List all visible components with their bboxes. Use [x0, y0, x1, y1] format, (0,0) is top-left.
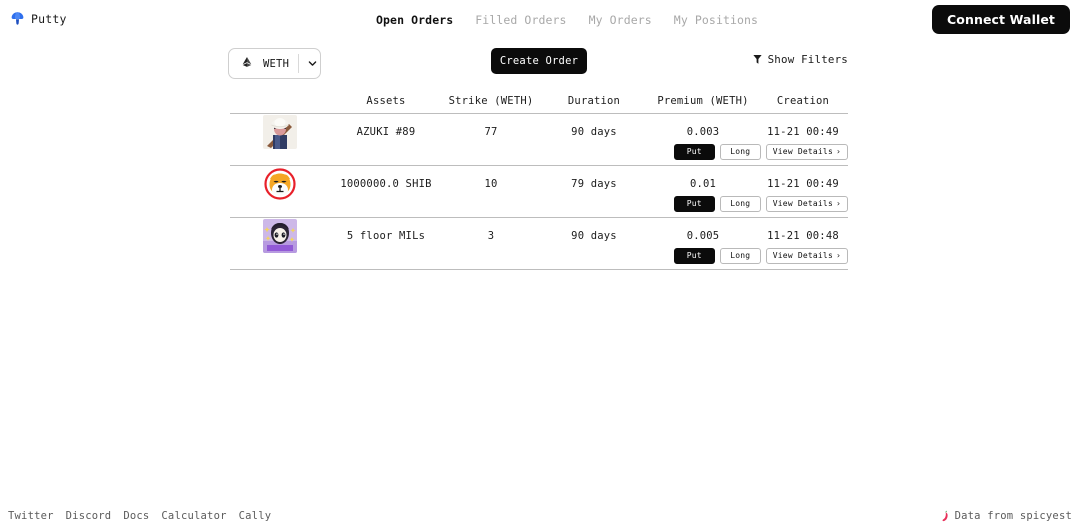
long-button[interactable]: Long [719, 196, 761, 212]
strike-value: 3 [487, 230, 495, 242]
footer-link-cally[interactable]: Cally [239, 510, 272, 522]
long-button[interactable]: Long [719, 248, 761, 264]
footer-link-calculator[interactable]: Calculator [161, 510, 226, 522]
connect-wallet-button[interactable]: Connect Wallet [932, 5, 1070, 34]
top-bar: Putty Open Orders Filled Orders My Order… [0, 0, 1080, 40]
asset-name: AZUKI #89 [356, 126, 416, 138]
controls-row: WETH Create Order Show Filters [0, 48, 1080, 80]
column-header-strike: Strike (WETH) [448, 94, 534, 107]
creation-value: 11-21 00:48 [767, 230, 839, 242]
footer-link-twitter[interactable]: Twitter [8, 510, 54, 522]
column-header-duration: Duration [567, 94, 621, 107]
show-filters-label: Show Filters [767, 53, 848, 66]
row-action-buttons: Put Long View Details › [673, 144, 848, 160]
view-details-label: View Details [772, 251, 833, 260]
nav-item-open-orders[interactable]: Open Orders [376, 13, 453, 27]
put-button[interactable]: Put [673, 196, 715, 212]
mushroom-icon [11, 12, 24, 25]
asset-name: 1000000.0 SHIB [340, 178, 432, 190]
chevron-right-icon: › [835, 199, 841, 208]
premium-value: 0.003 [686, 126, 720, 138]
premium-value: 0.01 [689, 178, 717, 190]
table-row[interactable]: 5 floor MILs 3 90 days 0.005 11-21 00:48… [230, 218, 848, 270]
row-action-buttons: Put Long View Details › [673, 248, 848, 264]
column-header-creation: Creation [776, 94, 830, 107]
main-nav: Open Orders Filled Orders My Orders My P… [376, 13, 758, 27]
nav-item-my-positions[interactable]: My Positions [674, 13, 758, 27]
row-action-buttons: Put Long View Details › [673, 196, 848, 212]
view-details-button[interactable]: View Details › [765, 196, 848, 212]
brand-name: Putty [31, 11, 67, 26]
orders-table: Assets Strike (WETH) Duration Premium (W… [230, 88, 848, 270]
duration-value: 90 days [571, 126, 617, 138]
nav-item-my-orders[interactable]: My Orders [589, 13, 652, 27]
asset-avatar-cell [230, 115, 330, 149]
chevron-down-icon [308, 61, 317, 66]
footer-link-discord[interactable]: Discord [66, 510, 112, 522]
premium-value: 0.005 [686, 230, 720, 242]
table-header-row: Assets Strike (WETH) Duration Premium (W… [230, 88, 848, 114]
strike-value: 10 [484, 178, 498, 190]
nav-item-filled-orders[interactable]: Filled Orders [475, 13, 566, 27]
token-selector[interactable]: WETH [228, 48, 321, 79]
column-header-premium: Premium (WETH) [657, 94, 749, 107]
data-source-credit[interactable]: Data from spicyest [941, 510, 1072, 522]
chevron-right-icon: › [835, 251, 841, 260]
chili-pepper-icon [942, 510, 948, 522]
view-details-button[interactable]: View Details › [765, 248, 848, 264]
creation-value: 11-21 00:49 [767, 178, 839, 190]
show-filters-toggle[interactable]: Show Filters [752, 53, 848, 66]
shib-token-avatar [263, 167, 297, 201]
creation-value: 11-21 00:49 [767, 126, 839, 138]
asset-name: 5 floor MILs [346, 230, 426, 242]
azuki-nft-avatar [263, 115, 297, 149]
duration-value: 79 days [571, 178, 617, 190]
strike-value: 77 [484, 126, 498, 138]
view-details-label: View Details [772, 147, 833, 156]
filter-funnel-icon [752, 55, 762, 64]
long-button[interactable]: Long [719, 144, 761, 160]
column-header-assets: Assets [366, 94, 406, 107]
brand-logo-link[interactable]: Putty [10, 11, 67, 26]
create-order-button[interactable]: Create Order [491, 48, 587, 74]
table-row[interactable]: 1000000.0 SHIB 10 79 days 0.01 11-21 00:… [230, 166, 848, 218]
footer: Twitter Discord Docs Calculator Cally Da… [0, 502, 1080, 532]
duration-value: 90 days [571, 230, 617, 242]
footer-links: Twitter Discord Docs Calculator Cally [8, 510, 271, 522]
footer-link-docs[interactable]: Docs [123, 510, 149, 522]
data-source-label: Data from spicyest [954, 510, 1072, 522]
view-details-label: View Details [772, 199, 833, 208]
ethereum-icon [242, 56, 252, 67]
table-row[interactable]: AZUKI #89 77 90 days 0.003 11-21 00:49 P… [230, 114, 848, 166]
put-button[interactable]: Put [673, 144, 715, 160]
mil-nft-avatar [263, 219, 297, 253]
chevron-right-icon: › [835, 147, 841, 156]
asset-avatar-cell [230, 167, 330, 201]
asset-avatar-cell [230, 219, 330, 253]
put-button[interactable]: Put [673, 248, 715, 264]
token-selector-value: WETH [263, 57, 290, 70]
view-details-button[interactable]: View Details › [765, 144, 848, 160]
token-selector-divider [298, 54, 300, 73]
